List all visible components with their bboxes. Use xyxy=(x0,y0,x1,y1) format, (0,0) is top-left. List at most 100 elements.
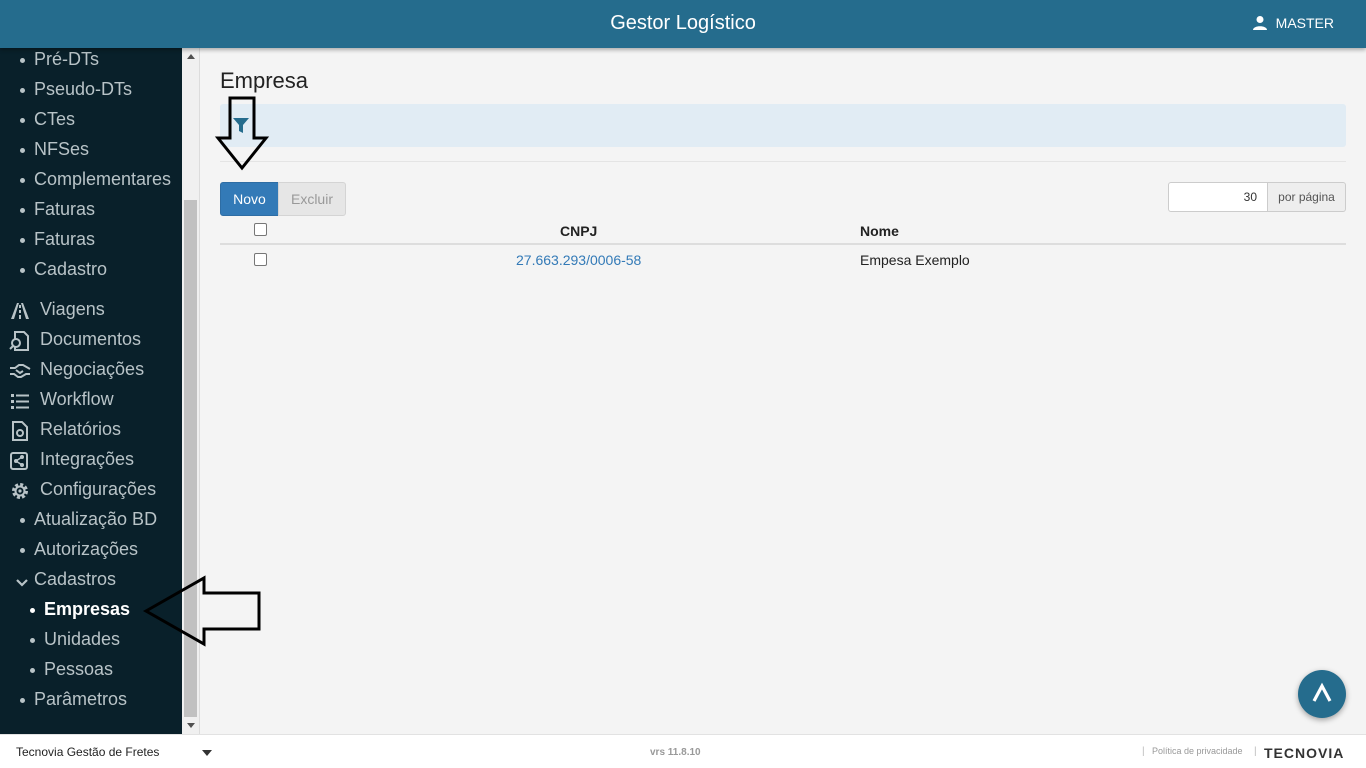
per-page-input[interactable]: 30 xyxy=(1168,182,1268,212)
filter-bar[interactable] xyxy=(220,104,1346,147)
bullet-icon xyxy=(20,88,25,93)
sidebar-item-complementares[interactable]: Complementares xyxy=(0,166,182,196)
sidebar-item-negociacoes[interactable]: Negociações xyxy=(0,356,182,386)
bullet-icon xyxy=(20,238,25,243)
brand-logo: TECNOVIA xyxy=(1264,745,1345,761)
sidebar-item-label: Cadastros xyxy=(34,569,117,589)
per-page-label: por página xyxy=(1268,182,1346,212)
caret-up-icon xyxy=(1312,682,1332,702)
sidebar-item-cadastros[interactable]: Cadastros xyxy=(0,566,182,596)
sidebar-item-unidades[interactable]: Unidades xyxy=(0,626,182,656)
sidebar-item-parametros[interactable]: Parâmetros xyxy=(0,686,182,716)
sidebar-item-label: CTes xyxy=(34,109,76,129)
cnpj-link[interactable]: 27.663.293/0006-58 xyxy=(516,252,641,268)
sidebar-item-label: Faturas xyxy=(34,229,96,249)
list-icon xyxy=(9,391,31,411)
sidebar-item-label: Atualização BD xyxy=(34,509,158,529)
filter-icon[interactable] xyxy=(232,117,250,135)
share-icon xyxy=(9,451,31,471)
sidebar-item-label: Pseudo-DTs xyxy=(34,79,133,99)
sidebar-item-label: Pessoas xyxy=(44,659,114,679)
sidebar-item-documentos[interactable]: Documentos xyxy=(0,326,182,356)
sidebar-item-cadastro[interactable]: Cadastro xyxy=(0,256,182,286)
bullet-icon xyxy=(30,668,35,673)
sidebar-item-label: Negociações xyxy=(40,359,145,379)
bullet-icon xyxy=(20,208,25,213)
sidebar-item-label: Workflow xyxy=(40,389,114,409)
chevron-down-icon xyxy=(15,574,29,588)
bullet-icon xyxy=(20,58,25,63)
sidebar-item-faturas-2[interactable]: Faturas xyxy=(0,226,182,256)
bullet-icon xyxy=(20,518,25,523)
report-icon xyxy=(9,421,31,441)
caret-down-icon[interactable] xyxy=(202,750,212,756)
sidebar-scrollbar[interactable] xyxy=(182,48,200,734)
table-row[interactable]: 27.663.293/0006-58 Empesa Exemplo xyxy=(220,247,1346,275)
bullet-icon xyxy=(20,268,25,273)
sidebar-item-label: Empresas xyxy=(44,599,131,619)
sidebar-item-label: Faturas xyxy=(34,199,96,219)
sidebar-item-nfses[interactable]: NFSes xyxy=(0,136,182,166)
sidebar-item-empresas[interactable]: Empresas xyxy=(0,596,182,626)
per-page-control: 30 por página xyxy=(1168,182,1346,212)
separator: | xyxy=(1142,746,1145,757)
scroll-down-icon[interactable] xyxy=(187,723,195,728)
footer: Tecnovia Gestão de Fretes vrs 11.8.10 | … xyxy=(0,734,1366,768)
sidebar-item-label: Viagens xyxy=(40,299,105,319)
sidebar-item-workflow[interactable]: Workflow xyxy=(0,386,182,416)
bullet-icon xyxy=(20,148,25,153)
sidebar-item-label: Cadastro xyxy=(34,259,108,279)
delete-button[interactable]: Excluir xyxy=(278,182,346,216)
sidebar: Pré-DTs Pseudo-DTs CTes NFSes Complement… xyxy=(0,48,200,734)
sidebar-item-integracoes[interactable]: Integrações xyxy=(0,446,182,476)
sidebar-item-label: Unidades xyxy=(44,629,121,649)
sidebar-item-relatorios[interactable]: Relatórios xyxy=(0,416,182,446)
sidebar-item-label: Integrações xyxy=(40,449,135,469)
table-header: CNPJ Nome xyxy=(220,218,1346,245)
bullet-icon xyxy=(30,638,35,643)
select-all-checkbox[interactable] xyxy=(254,223,267,236)
row-checkbox[interactable] xyxy=(254,253,267,266)
user-name: MASTER xyxy=(1275,15,1334,31)
sidebar-item-configuracoes[interactable]: Configurações xyxy=(0,476,182,506)
sidebar-item-label: Complementares xyxy=(34,169,172,189)
top-header: Gestor Logístico MASTER xyxy=(0,0,1366,48)
sidebar-item-autorizacoes[interactable]: Autorizações xyxy=(0,536,182,566)
user-icon xyxy=(1252,16,1267,30)
main-content: Empresa Novo Excluir 30 por página CNPJ … xyxy=(200,48,1366,734)
separator: | xyxy=(1254,746,1257,757)
sidebar-item-pessoas[interactable]: Pessoas xyxy=(0,656,182,686)
sidebar-item-atualizacao-bd[interactable]: Atualização BD xyxy=(0,506,182,536)
sidebar-item-label: Pré-DTs xyxy=(34,49,100,69)
sidebar-item-label: Documentos xyxy=(40,329,142,349)
bullet-icon xyxy=(20,118,25,123)
bullet-icon xyxy=(20,178,25,183)
bullet-icon xyxy=(20,548,25,553)
app-title: Gestor Logístico xyxy=(610,12,756,34)
bullet-icon xyxy=(30,608,35,613)
version-label: vrs 11.8.10 xyxy=(650,747,701,758)
sidebar-item-label: Relatórios xyxy=(40,419,122,439)
column-header-nome[interactable]: Nome xyxy=(860,223,899,239)
sidebar-item-ctes[interactable]: CTes xyxy=(0,106,182,136)
sidebar-item-pseudo-dts[interactable]: Pseudo-DTs xyxy=(0,76,182,106)
user-menu[interactable]: MASTER xyxy=(1252,15,1334,31)
company-selector[interactable]: Tecnovia Gestão de Fretes xyxy=(16,745,159,759)
new-button[interactable]: Novo xyxy=(220,182,279,216)
handshake-icon xyxy=(9,361,31,381)
sidebar-item-viagens[interactable]: Viagens xyxy=(0,296,182,326)
privacy-link[interactable]: Política de privacidade xyxy=(1152,746,1243,756)
sidebar-item-pre-dts[interactable]: Pré-DTs xyxy=(0,48,182,76)
column-header-cnpj[interactable]: CNPJ xyxy=(560,223,597,239)
divider xyxy=(220,161,1346,162)
bullet-icon xyxy=(20,698,25,703)
document-search-icon xyxy=(9,331,31,351)
sidebar-item-label: Autorizações xyxy=(34,539,139,559)
gear-icon xyxy=(9,481,31,501)
scrollbar-thumb[interactable] xyxy=(184,200,197,717)
scroll-top-button[interactable] xyxy=(1298,670,1346,718)
page-title: Empresa xyxy=(220,68,309,93)
sidebar-item-faturas[interactable]: Faturas xyxy=(0,196,182,226)
scroll-up-icon[interactable] xyxy=(187,54,195,59)
company-name: Empesa Exemplo xyxy=(860,252,970,268)
